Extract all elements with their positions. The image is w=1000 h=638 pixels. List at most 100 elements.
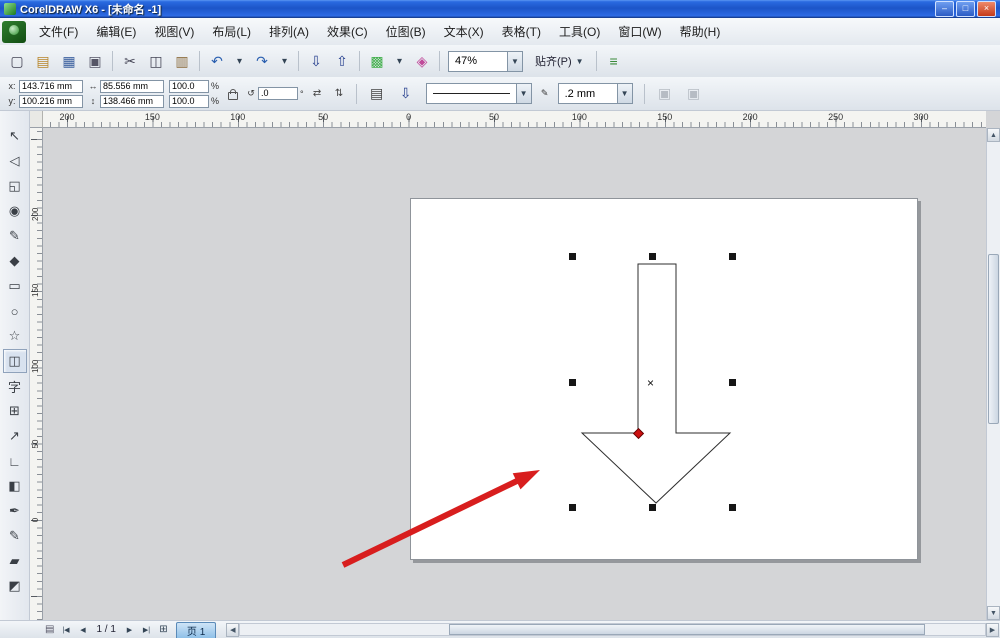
menu-item[interactable]: 文件(F) xyxy=(30,19,87,44)
convert-to-curves-button[interactable]: ⇩ xyxy=(394,82,418,106)
page-tab-1[interactable]: 页 1 xyxy=(175,621,217,638)
menu-item[interactable]: 视图(V) xyxy=(145,19,203,44)
menu-item[interactable]: 布局(L) xyxy=(203,19,260,44)
menu-item[interactable]: 排列(A) xyxy=(260,19,318,44)
save-button[interactable]: ▦ xyxy=(57,49,81,73)
zoom-dropdown-icon[interactable]: ▼ xyxy=(507,51,522,71)
welcome-screen-button[interactable]: ◈ xyxy=(410,49,434,73)
outline-width-combo[interactable]: .2 mm ▼ xyxy=(557,83,633,104)
vertical-scrollbar[interactable]: ▲ ▼ xyxy=(986,128,1000,620)
next-page-button[interactable]: ▶ xyxy=(122,623,137,637)
cut-button[interactable]: ✂ xyxy=(118,49,142,73)
scale-x-field[interactable]: 100.0 xyxy=(169,79,209,93)
object-properties-button[interactable]: ▣ xyxy=(653,82,677,106)
toolbox: ↖ ◁ ◱ ◉ ✎ ◆ ▭ ○ ☆ ◫ 字 ⊞ ↗ ∟ ◧ ✒ ✎ ▰ ◩ xyxy=(0,111,30,620)
table-tool[interactable]: ⊞ xyxy=(3,399,27,423)
application-launcher-button[interactable]: ▩ xyxy=(365,49,389,73)
options-button[interactable]: ≡ xyxy=(602,49,626,73)
mirror-vertical-button[interactable]: ⇅ xyxy=(331,85,348,103)
print-button[interactable]: ▣ xyxy=(83,49,107,73)
zoom-tool[interactable]: ◉ xyxy=(3,199,27,223)
redo-dropdown[interactable]: ▾ xyxy=(276,52,293,70)
dimension-tool[interactable]: ↗ xyxy=(3,424,27,448)
snap-to-label: 贴齐(P) xyxy=(535,56,572,68)
scroll-up-button[interactable]: ▲ xyxy=(987,128,1000,142)
freehand-tool[interactable]: ✎ xyxy=(3,224,27,248)
scale-y-field[interactable]: 100.0 xyxy=(169,94,209,108)
text-tool[interactable]: 字 xyxy=(3,374,27,398)
menu-item[interactable]: 表格(T) xyxy=(493,19,550,44)
interactive-fill-tool[interactable]: ◩ xyxy=(3,574,27,598)
outline-width-dropdown-icon[interactable]: ▼ xyxy=(616,84,632,103)
undo-dropdown[interactable]: ▾ xyxy=(231,52,248,70)
lock-ratio-button[interactable] xyxy=(224,85,241,103)
paste-button[interactable]: ▥ xyxy=(170,49,194,73)
polygon-tool[interactable]: ☆ xyxy=(3,324,27,348)
pick-tool[interactable]: ↖ xyxy=(3,124,27,148)
polygon-tool-icon: ☆ xyxy=(8,328,21,343)
outline-style-combo[interactable]: ▼ xyxy=(425,83,532,104)
horizontal-scroll-track[interactable] xyxy=(239,623,986,636)
rotation-angle-field[interactable]: .0 xyxy=(258,87,299,100)
add-page-button[interactable]: ⊞ xyxy=(156,623,171,637)
menu-item[interactable]: 位图(B) xyxy=(377,19,435,44)
menu-item[interactable]: 帮助(H) xyxy=(671,19,730,44)
coreldraw-logo-icon[interactable] xyxy=(2,20,26,43)
horizontal-scroll-thumb[interactable] xyxy=(448,624,926,635)
wrap-text-button[interactable]: ▤ xyxy=(365,82,389,106)
undo-button[interactable]: ↶ xyxy=(205,49,229,73)
document-page[interactable] xyxy=(410,198,918,560)
redo-button[interactable]: ↷ xyxy=(250,49,274,73)
last-page-button[interactable]: ▶| xyxy=(139,623,154,637)
ellipse-tool[interactable]: ○ xyxy=(3,299,27,323)
horizontal-scrollbar[interactable]: ◀ ▶ xyxy=(226,622,999,637)
outline-style-dropdown-icon[interactable]: ▼ xyxy=(515,84,531,103)
menu-item[interactable]: 工具(O) xyxy=(550,19,609,44)
close-button[interactable]: × xyxy=(977,1,996,17)
menu-item[interactable]: 编辑(E) xyxy=(87,19,145,44)
import-button[interactable]: ⇩ xyxy=(304,49,328,73)
snap-to-dropdown[interactable]: 贴齐(P) ▼ xyxy=(528,51,591,71)
x-position-field[interactable]: 143.716 mm xyxy=(19,79,83,93)
launcher-dropdown[interactable]: ▾ xyxy=(391,52,408,70)
vertical-ruler[interactable]: 200 150 100 50 0 xyxy=(30,128,43,620)
first-page-button[interactable]: |◀ xyxy=(58,623,73,637)
crop-tool[interactable]: ◱ xyxy=(3,174,27,198)
maximize-button[interactable]: □ xyxy=(956,1,975,17)
smart-fill-tool[interactable]: ◆ xyxy=(3,249,27,273)
fill-tool[interactable]: ▰ xyxy=(3,549,27,573)
object-height-field[interactable]: 138.466 mm xyxy=(100,94,164,108)
vertical-scroll-thumb[interactable] xyxy=(988,254,999,424)
zoom-level-combo[interactable]: 47% ▼ xyxy=(448,50,523,72)
scroll-down-button[interactable]: ▼ xyxy=(987,606,1000,620)
coreldraw-window: CorelDRAW X6 - [未命名 -1] – □ × 文件(F) 编辑(E)… xyxy=(0,0,1000,638)
connector-tool[interactable]: ∟ xyxy=(3,449,27,473)
open-button[interactable]: ▤ xyxy=(31,49,55,73)
previous-page-button[interactable]: ◀ xyxy=(75,623,90,637)
y-position-field[interactable]: 100.216 mm xyxy=(19,94,83,108)
outline-width-value: .2 mm xyxy=(564,87,596,100)
minimize-button[interactable]: – xyxy=(935,1,954,17)
menu-item[interactable]: 效果(C) xyxy=(318,19,377,44)
menu-item[interactable]: 窗口(W) xyxy=(609,19,670,44)
object-width-field[interactable]: 85.556 mm xyxy=(100,79,164,93)
shape-tool[interactable]: ◁ xyxy=(3,149,27,173)
export-button[interactable]: ⇧ xyxy=(330,49,354,73)
ruler-corner xyxy=(30,111,43,128)
blend-tool[interactable]: ◧ xyxy=(3,474,27,498)
menu-item[interactable]: 文本(X) xyxy=(435,19,493,44)
drawing-canvas[interactable]: × xyxy=(43,128,986,620)
horizontal-ruler[interactable]: 200 150 100 50 0 50 100 150 200 250 300 xyxy=(43,111,986,128)
rectangle-tool[interactable]: ▭ xyxy=(3,274,27,298)
outline-pen-tool[interactable]: ✎ xyxy=(3,524,27,548)
ellipse-tool-icon: ○ xyxy=(10,303,19,319)
vertical-scroll-track[interactable] xyxy=(987,142,1000,606)
basic-shapes-tool[interactable]: ◫ xyxy=(2,349,27,373)
new-document-button[interactable]: ▢ xyxy=(5,49,29,73)
eyedropper-tool[interactable]: ✒ xyxy=(3,499,27,523)
scroll-right-button[interactable]: ▶ xyxy=(986,622,999,637)
copy-button[interactable]: ◫ xyxy=(144,49,168,73)
mirror-horizontal-button[interactable]: ⇄ xyxy=(309,85,326,103)
scroll-left-button[interactable]: ◀ xyxy=(226,622,240,637)
graphic-styles-button[interactable]: ▣ xyxy=(682,82,706,106)
